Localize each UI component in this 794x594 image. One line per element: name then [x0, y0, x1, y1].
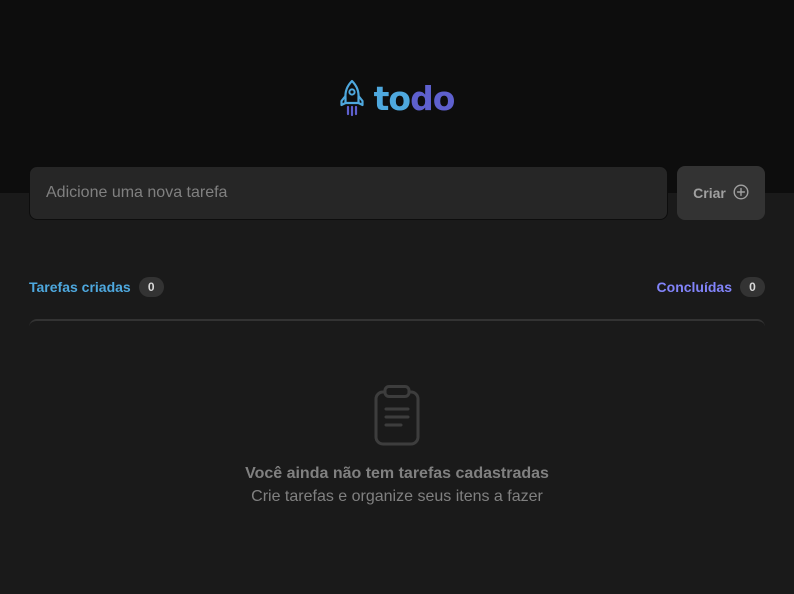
app-header: todo — [0, 0, 794, 193]
new-task-form: Criar — [29, 166, 765, 220]
empty-state-subtitle: Crie tarefas e organize seus itens a faz… — [251, 488, 543, 505]
logo-text-to: to — [373, 78, 411, 118]
rocket-icon — [340, 79, 364, 117]
new-task-input[interactable] — [29, 166, 668, 220]
done-tasks-summary: Concluídas 0 — [657, 277, 765, 297]
done-tasks-label: Concluídas — [656, 279, 732, 295]
empty-state: Você ainda não tem tarefas cadastradas C… — [29, 319, 765, 519]
app-logo: todo — [0, 76, 794, 120]
create-task-button[interactable]: Criar — [677, 166, 765, 220]
create-button-label: Criar — [693, 185, 726, 201]
created-tasks-count: 0 — [138, 277, 164, 297]
task-summary: Tarefas criadas 0 Concluídas 0 — [29, 276, 765, 298]
plus-circle-icon — [733, 183, 749, 203]
done-tasks-count: 0 — [740, 277, 765, 297]
created-tasks-label: Tarefas criadas — [29, 279, 131, 295]
app-title: todo — [373, 78, 456, 118]
empty-state-title: Você ainda não tem tarefas cadastradas — [245, 465, 549, 482]
created-tasks-summary: Tarefas criadas 0 — [29, 277, 164, 297]
logo-text-do: do — [410, 78, 455, 118]
clipboard-icon — [373, 385, 421, 452]
